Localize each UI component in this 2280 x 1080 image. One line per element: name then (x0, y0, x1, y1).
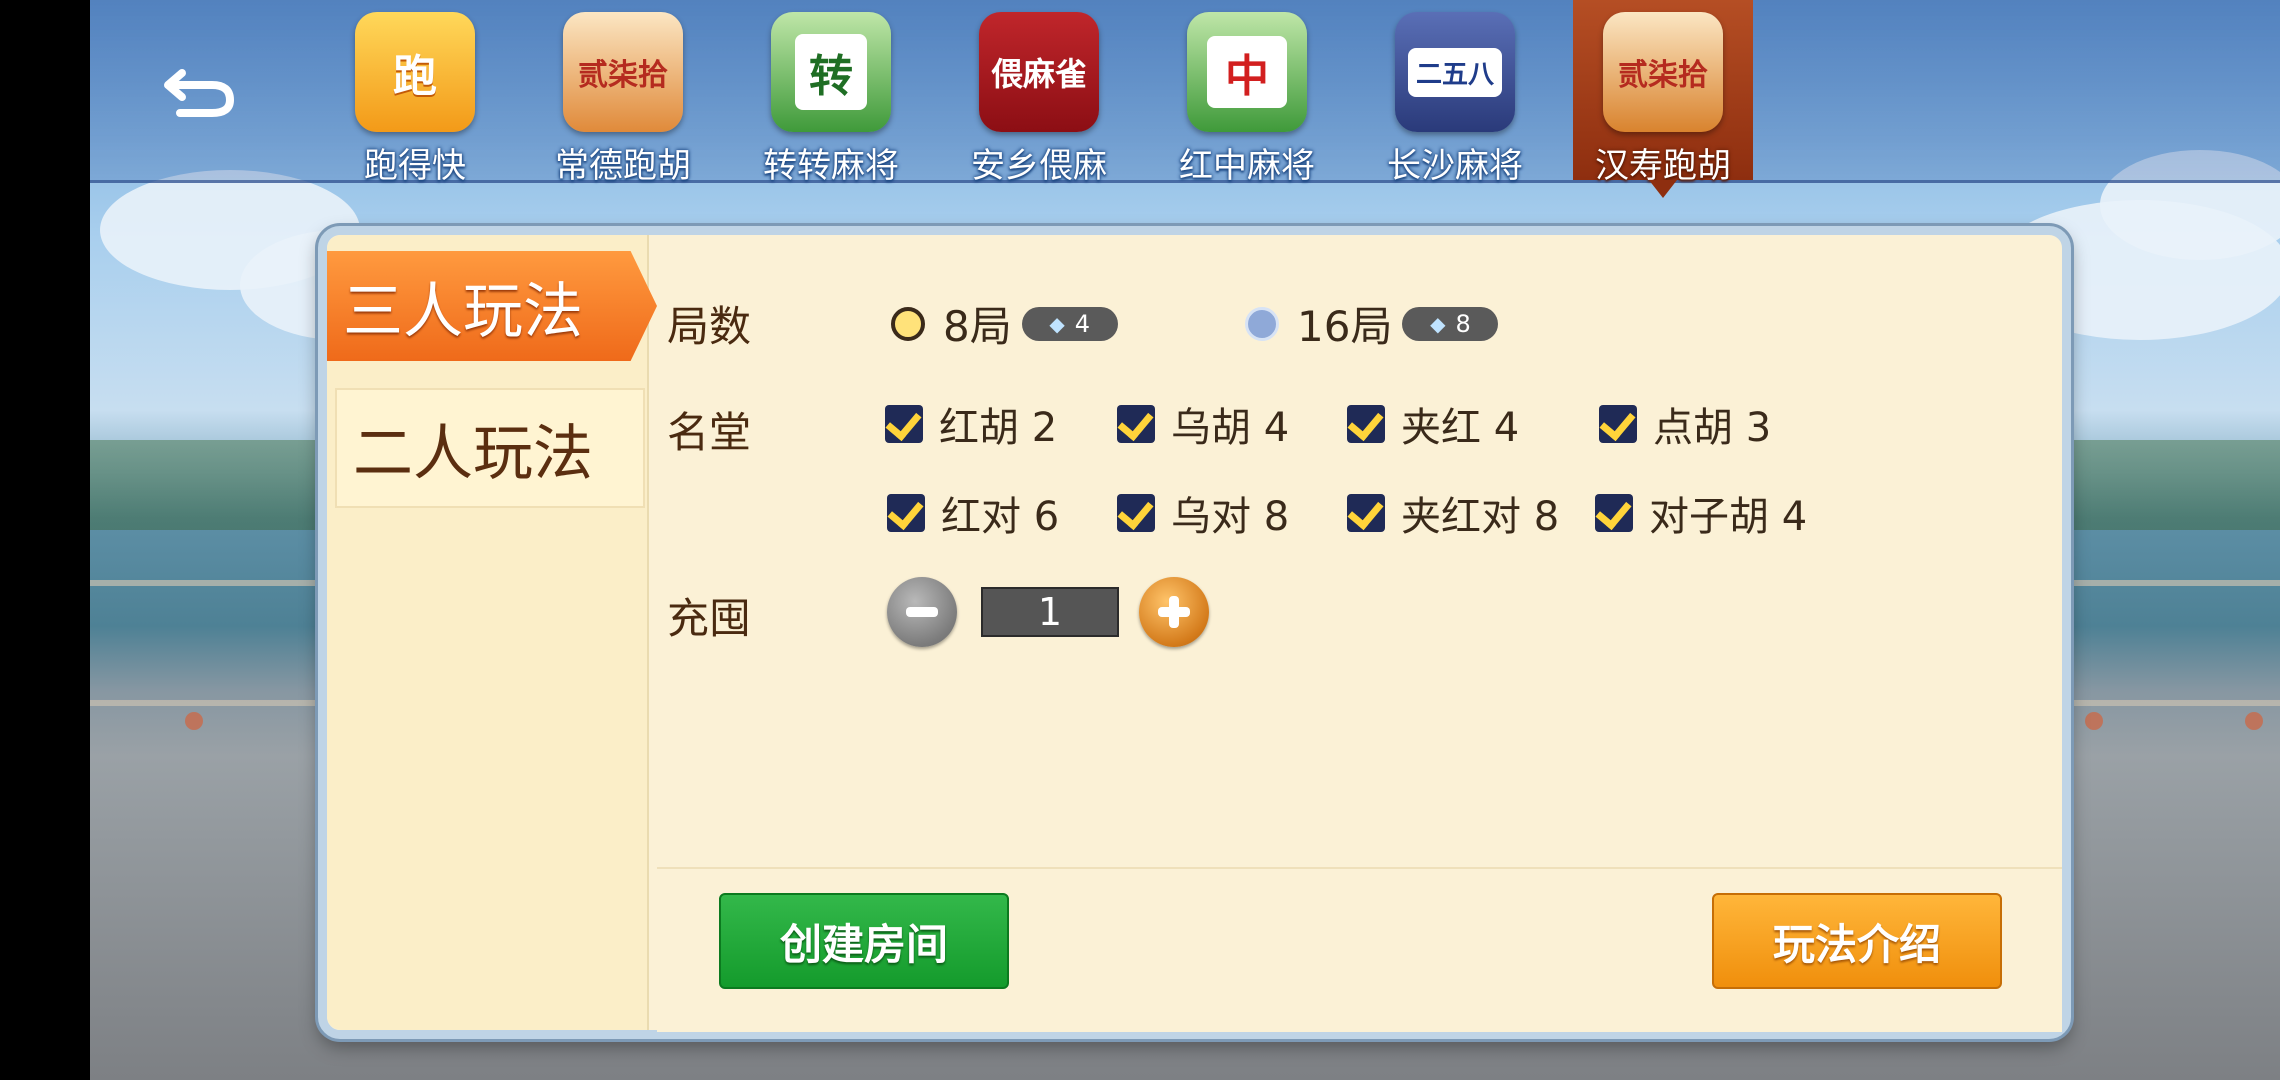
game-tab-anxiang-weima[interactable]: 偎麻雀 安乡偎麻 (949, 10, 1129, 186)
zhuanzhuan-mahjong-icon: 转 (771, 12, 891, 132)
game-tab-label: 跑得快 (364, 146, 466, 186)
icon-glyph: 贰柒拾 (1618, 58, 1708, 93)
active-tab-caret (1649, 180, 1677, 198)
icon-glyph: 二五八 (1407, 47, 1502, 97)
checkbox-checked-icon (1347, 405, 1385, 443)
icon-glyph: 偎麻雀 (990, 55, 1087, 93)
anxiang-weima-icon: 偎麻雀 (979, 12, 1099, 132)
round-option-8[interactable]: 8局 ◆ 4 (891, 293, 1118, 354)
game-tab-hanshou-paohu[interactable]: 贰柒拾 汉寿跑胡 (1573, 0, 1753, 198)
option-label: 夹红对 8 (1401, 494, 1560, 540)
changsha-mahjong-icon: 二五八 (1395, 12, 1515, 132)
game-tab-changsha-mahjong[interactable]: 二五八 长沙麻将 (1365, 10, 1545, 186)
game-tab-label: 安乡偎麻 (971, 146, 1107, 186)
back-button[interactable] (160, 55, 240, 125)
diamond-cost-badge: ◆ 4 (1021, 306, 1118, 341)
game-tab-label: 长沙麻将 (1387, 146, 1523, 186)
mingtang-option-duizihu[interactable]: 对子胡 4 (1595, 484, 1807, 542)
tab-label: 三人玩法 (343, 276, 583, 347)
round-option-16[interactable]: 16局 ◆ 8 (1245, 293, 1499, 354)
hanshou-paohu-icon: 贰柒拾 (1603, 12, 1723, 132)
game-tab-paodekuai[interactable]: 跑 跑得快 (325, 10, 505, 186)
railing-post (2245, 712, 2263, 730)
rules-intro-button[interactable]: 玩法介绍 (1712, 893, 2002, 989)
create-room-button[interactable]: 创建房间 (719, 893, 1009, 989)
option-label: 红对 6 (941, 494, 1060, 540)
option-label: 对子胡 4 (1649, 494, 1808, 540)
tab-label: 二人玩法 (353, 418, 593, 489)
mingtang-option-wuhu[interactable]: 乌胡 4 (1117, 395, 1289, 453)
game-tab-label: 红中麻将 (1179, 146, 1315, 186)
game-tab-zhuanzhuan-mahjong[interactable]: 转 转转麻将 (741, 10, 921, 186)
rounds-label: 局数 (667, 302, 752, 351)
railing-post (185, 712, 203, 730)
mingtang-option-jiahong[interactable]: 夹红 4 (1347, 395, 1519, 453)
cost-value: 8 (1455, 309, 1471, 338)
decrement-button[interactable] (887, 577, 957, 647)
diamond-cost-badge: ◆ 8 (1402, 306, 1499, 341)
icon-glyph: 转 (795, 34, 867, 110)
panel-footer: 创建房间 玩法介绍 (657, 867, 2062, 1032)
tab-two-player[interactable]: 二人玩法 (335, 388, 645, 508)
game-selector-bar: 跑 跑得快 贰柒拾 常德跑胡 转 转转麻将 偎麻雀 安乡偎麻 中 红中麻将 二五… (90, 0, 2280, 198)
option-label: 夹红 4 (1401, 405, 1520, 451)
option-label: 红胡 2 (939, 405, 1058, 451)
mingtang-option-jiahongdui[interactable]: 夹红对 8 (1347, 484, 1559, 542)
chongtun-label: 充囤 (667, 594, 752, 643)
game-tab-label: 转转麻将 (763, 146, 899, 186)
checkbox-checked-icon (1117, 494, 1155, 532)
icon-glyph: 中 (1207, 36, 1287, 108)
radio-selected-icon (891, 306, 925, 341)
game-tab-label: 常德跑胡 (555, 146, 691, 186)
tab-three-player[interactable]: 三人玩法 (327, 251, 657, 361)
mingtang-label: 名堂 (667, 408, 752, 457)
icon-glyph: 跑 (393, 51, 437, 102)
increment-button[interactable] (1139, 577, 1209, 647)
cost-value: 4 (1074, 309, 1091, 338)
game-tab-changde-paohu[interactable]: 贰柒拾 常德跑胡 (533, 10, 713, 186)
back-arrow-icon (164, 69, 235, 117)
diamond-icon: ◆ (1430, 311, 1446, 336)
checkbox-checked-icon (887, 494, 925, 532)
mingtang-option-hongdui[interactable]: 红对 6 (887, 484, 1059, 542)
railing-post (2085, 712, 2103, 730)
changde-paohu-icon: 贰柒拾 (563, 12, 683, 132)
pao-de-kuai-card-icon: 跑 (355, 12, 475, 132)
option-label: 乌对 8 (1171, 494, 1290, 540)
radio-unselected-icon (1245, 306, 1279, 341)
checkbox-checked-icon (1595, 494, 1633, 532)
option-label: 乌胡 4 (1171, 405, 1290, 451)
minus-icon (906, 607, 938, 617)
checkbox-checked-icon (1599, 405, 1637, 443)
mingtang-option-honghu[interactable]: 红胡 2 (885, 395, 1057, 453)
plus-icon (1158, 596, 1190, 628)
round-option-label: 16局 (1297, 302, 1393, 351)
room-settings-panel: 三人玩法 二人玩法 局数 8局 ◆ 4 16局 ◆ 8 名堂 红胡 2 乌胡 4 夹… (318, 226, 2071, 1039)
chongtun-value: 1 (981, 587, 1119, 637)
mingtang-option-dianhu[interactable]: 点胡 3 (1599, 395, 1771, 453)
game-tab-hongzhong-mahjong[interactable]: 中 红中麻将 (1157, 10, 1337, 186)
checkbox-checked-icon (1117, 405, 1155, 443)
hongzhong-mahjong-icon: 中 (1187, 12, 1307, 132)
checkbox-checked-icon (885, 405, 923, 443)
diamond-icon: ◆ (1049, 311, 1065, 336)
mingtang-option-wudui[interactable]: 乌对 8 (1117, 484, 1289, 542)
icon-glyph: 贰柒拾 (578, 58, 668, 93)
option-label: 点胡 3 (1653, 405, 1772, 451)
round-option-label: 8局 (943, 302, 1012, 351)
checkbox-checked-icon (1347, 494, 1385, 532)
